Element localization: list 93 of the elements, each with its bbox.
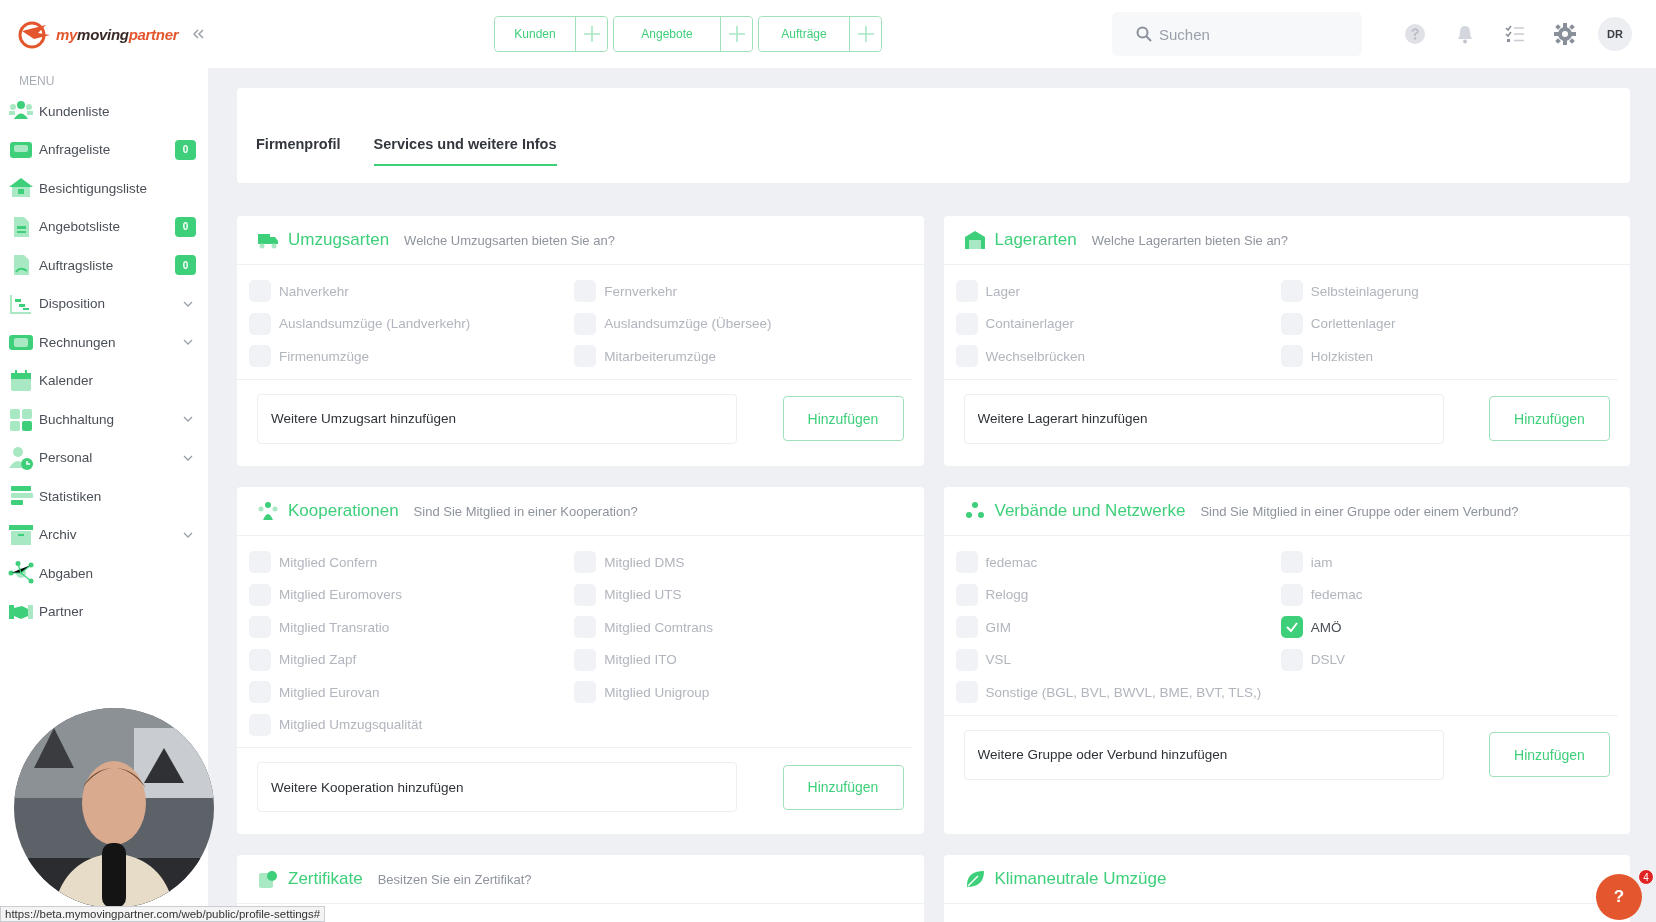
sidebar-item[interactable]: Angebotsliste 0 — [8, 207, 208, 246]
section-question: Welche Umzugsarten bieten Sie an? — [404, 232, 615, 248]
option-label: Firmenumzüge — [279, 348, 370, 364]
settings-icon — [1554, 23, 1576, 45]
option-label: Mitglied Euromovers — [279, 587, 403, 603]
sidebar-item[interactable]: Rechnungen — [8, 323, 208, 362]
sidebar-item[interactable]: Buchhaltung — [8, 400, 208, 439]
sidebar-item[interactable]: Disposition — [8, 284, 208, 323]
user-avatar[interactable]: DR — [1598, 17, 1632, 51]
option-label: Mitglied Confern — [279, 554, 378, 570]
option-label: Auslandsumzüge (Landverkehr) — [279, 316, 471, 332]
network-icon — [8, 561, 34, 586]
section-question: Sind Sie Mitglied in einer Kooperation? — [413, 503, 638, 519]
group-icon — [257, 500, 279, 522]
sidebar-item[interactable]: Partner — [8, 592, 208, 631]
section-title: Lagerarten — [994, 230, 1077, 250]
option-label: Mitglied UTS — [604, 587, 682, 603]
checkbox[interactable] — [1280, 616, 1303, 639]
option-label: Auslandsumzüge (Übersee) — [604, 316, 772, 332]
option-label: Holzkisten — [1310, 348, 1374, 364]
section-title: Verbände und Netzwerke — [994, 501, 1186, 521]
sidebar-item[interactable]: Archiv — [8, 515, 208, 554]
calendar-icon — [8, 368, 34, 393]
option-label: Sonstige (BGL, BVL, BWVL, BME, BVT, TLS,) — [985, 684, 1262, 700]
count-badge: 0 — [175, 139, 196, 160]
option-label: AMÖ — [1310, 619, 1342, 635]
search-field[interactable]: Suchen — [1112, 12, 1362, 56]
tab[interactable]: Firmenprofil — [256, 88, 341, 166]
sidebar-item[interactable]: Anfrageliste 0 — [8, 130, 208, 169]
section-title: Umzugsarten — [288, 230, 390, 250]
menu-heading: MENU — [18, 74, 56, 90]
text-field[interactable]: Weitere Gruppe oder Verbund hinzufügen — [963, 729, 1444, 780]
logo-text[interactable]: mymovingpartner — [56, 25, 179, 43]
archive-box-icon — [8, 522, 34, 547]
sidebar-item[interactable]: Kundenliste — [8, 92, 208, 131]
checklist-icon — [1504, 23, 1526, 45]
tab[interactable]: Services und weitere Infos — [373, 88, 557, 166]
section-question: Welche Lagerarten bieten Sie an? — [1091, 232, 1289, 248]
option-label: Mitglied Unigroup — [604, 684, 710, 700]
plus-icon — [582, 25, 601, 43]
add-button[interactable] — [720, 17, 752, 51]
double-chevron-left-icon — [192, 28, 205, 40]
section-title: Klimaneutrale Umzüge — [994, 869, 1167, 889]
option-label: Fernverkehr — [604, 283, 678, 299]
option-label: Containerlager — [985, 316, 1075, 332]
option-label: DSLV — [1310, 652, 1345, 668]
option-label: Relogg — [985, 587, 1029, 603]
option-label: Mitglied Zapf — [279, 652, 357, 668]
option-label: Mitglied Eurovan — [279, 684, 380, 700]
check-icon — [1284, 620, 1299, 635]
option-label: GIM — [985, 619, 1011, 635]
count-badge: 0 — [175, 216, 196, 237]
text-field[interactable]: Weitere Lagerart hinzufügen — [963, 393, 1444, 444]
option-label: fedemac — [1310, 587, 1363, 603]
section-question: Sind Sie Mitglied in einer Gruppe oder einem Verbund? — [1200, 503, 1519, 519]
status-url: https://beta.mymovingpartner.com/web/public/profile-settings# — [0, 906, 326, 922]
sidebar-item[interactable]: Besichtigungsliste — [8, 169, 208, 208]
sidebar-item[interactable]: Kalender — [8, 361, 208, 400]
plus-icon — [856, 25, 875, 43]
option-label: Wechselbrücken — [985, 348, 1086, 364]
option-label: Corlettenlager — [1310, 316, 1396, 332]
text-field[interactable]: Weitere Kooperation hinzufügen — [257, 762, 737, 812]
notification-badge: 4 — [1638, 869, 1654, 885]
help-circle-icon — [1404, 23, 1426, 45]
option-label: fedemac — [985, 554, 1038, 570]
warehouse-icon — [963, 229, 986, 251]
option-label: Nahverkehr — [279, 283, 349, 299]
option-label: Mitglied DMS — [604, 554, 685, 570]
option-label: Mitarbeiterumzüge — [604, 348, 717, 364]
calculator-icon — [8, 407, 34, 432]
option-label: iam — [1310, 554, 1333, 570]
option-label: Selbsteinlagerung — [1310, 283, 1419, 299]
sidebar-item[interactable]: Personal — [8, 438, 208, 477]
option-label: Mitglied Umzugsqualität — [279, 717, 423, 733]
sidebar-item[interactable]: Abgaben — [8, 554, 208, 593]
person-clock-icon — [8, 445, 34, 470]
sidebar-item[interactable]: Auftragsliste 0 — [8, 246, 208, 285]
plus-icon — [727, 25, 746, 43]
search-icon — [1136, 26, 1152, 42]
sidebar-item[interactable]: Statistiken — [8, 477, 208, 516]
option-label: Mitglied Transratio — [279, 619, 390, 635]
certificate-icon — [257, 868, 279, 890]
option-label: Mitglied Comtrans — [604, 619, 714, 635]
count-badge: 0 — [175, 255, 196, 276]
section-title: Kooperationen — [288, 501, 399, 521]
option-label: VSL — [985, 652, 1012, 668]
option-label: Lager — [985, 283, 1021, 299]
text-field[interactable]: Weitere Umzugsart hinzufügen — [257, 393, 737, 444]
add-button[interactable] — [849, 17, 881, 51]
add-button[interactable] — [575, 17, 607, 51]
section-question: Besitzen Sie ein Zertifikat? — [377, 871, 532, 887]
option-label: Mitglied ITO — [604, 652, 677, 668]
section-title: Zertifikate — [288, 869, 363, 889]
